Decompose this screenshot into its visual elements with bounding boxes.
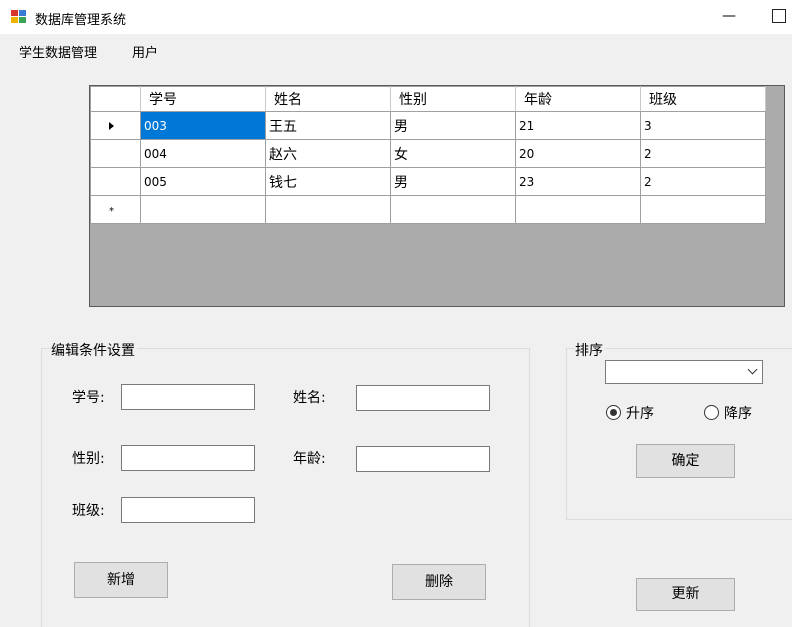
row-header-corner — [90, 86, 141, 112]
grid-cell[interactable]: 005 — [140, 167, 266, 196]
name-label: 姓名: — [293, 390, 326, 406]
id-input[interactable] — [121, 384, 255, 410]
row-header[interactable]: * — [90, 195, 141, 224]
grid-cell[interactable] — [140, 195, 266, 224]
current-row-arrow-icon — [109, 121, 114, 130]
grid-cell[interactable]: 王五 — [265, 111, 391, 140]
grid-cell[interactable]: 003 — [140, 111, 266, 140]
grid-cell[interactable]: 21 — [515, 111, 641, 140]
grid-header-row: 学号 姓名 性别 年龄 班级 — [90, 86, 766, 112]
radio-unchecked-icon — [704, 405, 719, 420]
minimize-icon[interactable]: — — [718, 4, 740, 28]
edit-conditions-title: 编辑条件设置 — [51, 340, 137, 360]
radio-checked-icon — [606, 405, 621, 420]
delete-button[interactable]: 删除 — [392, 564, 486, 600]
grid-cell[interactable]: 男 — [390, 167, 516, 196]
grid-cell[interactable]: 2 — [640, 167, 766, 196]
column-header-name[interactable]: 姓名 — [265, 86, 391, 112]
grid-cell[interactable]: 3 — [640, 111, 766, 140]
age-input[interactable] — [356, 446, 490, 472]
column-header-id[interactable]: 学号 — [140, 86, 266, 112]
sort-field-select[interactable] — [605, 360, 763, 384]
grid-cell[interactable]: 2 — [640, 139, 766, 168]
grid-cell[interactable]: 钱七 — [265, 167, 391, 196]
descending-radio[interactable]: 降序 — [704, 403, 774, 423]
data-grid[interactable]: 学号 姓名 性别 年龄 班级 003 王五 男 21 3 004 赵六 女 20… — [89, 85, 785, 307]
ascending-radio[interactable]: 升序 — [606, 403, 676, 423]
column-header-class[interactable]: 班级 — [640, 86, 766, 112]
column-header-gender[interactable]: 性别 — [390, 86, 516, 112]
add-button[interactable]: 新增 — [74, 562, 168, 598]
confirm-button[interactable]: 确定 — [636, 444, 735, 478]
grid-cell[interactable] — [515, 195, 641, 224]
table-row[interactable]: 003 王五 男 21 3 — [90, 111, 766, 140]
new-row-star-icon: * — [109, 205, 114, 217]
menu-item-user[interactable]: 用户 — [132, 42, 158, 61]
grid-table: 学号 姓名 性别 年龄 班级 003 王五 男 21 3 004 赵六 女 20… — [90, 86, 766, 224]
name-input[interactable] — [356, 385, 490, 411]
row-header[interactable] — [90, 111, 141, 140]
class-label: 班级: — [72, 503, 105, 519]
grid-cell[interactable]: 004 — [140, 139, 266, 168]
grid-cell[interactable] — [640, 195, 766, 224]
row-header[interactable] — [90, 139, 141, 168]
ascending-label: 升序 — [626, 406, 654, 422]
row-header[interactable] — [90, 167, 141, 196]
descending-label: 降序 — [724, 406, 752, 422]
table-row[interactable]: 004 赵六 女 20 2 — [90, 139, 766, 168]
grid-cell[interactable] — [265, 195, 391, 224]
grid-cell[interactable]: 男 — [390, 111, 516, 140]
gender-label: 性别: — [72, 451, 105, 467]
sort-group-title: 排序 — [575, 340, 605, 360]
menu-bar: 学生数据管理 用户 — [0, 38, 792, 62]
class-input[interactable] — [121, 497, 255, 523]
chevron-down-icon — [747, 364, 758, 375]
maximize-icon[interactable] — [772, 9, 786, 23]
new-row[interactable]: * — [90, 195, 766, 224]
table-row[interactable]: 005 钱七 男 23 2 — [90, 167, 766, 196]
gender-input[interactable] — [121, 445, 255, 471]
window-title: 数据库管理系统 — [35, 13, 127, 28]
age-label: 年龄: — [293, 451, 326, 467]
app-icon — [11, 10, 27, 24]
grid-cell[interactable]: 女 — [390, 139, 516, 168]
id-label: 学号: — [72, 390, 105, 406]
grid-cell[interactable]: 20 — [515, 139, 641, 168]
grid-cell[interactable] — [390, 195, 516, 224]
column-header-age[interactable]: 年龄 — [515, 86, 641, 112]
grid-cell[interactable]: 23 — [515, 167, 641, 196]
grid-cell[interactable]: 赵六 — [265, 139, 391, 168]
menu-item-student-data[interactable]: 学生数据管理 — [19, 42, 97, 61]
title-bar: 数据库管理系统 — — [0, 0, 792, 34]
update-button[interactable]: 更新 — [636, 578, 735, 611]
